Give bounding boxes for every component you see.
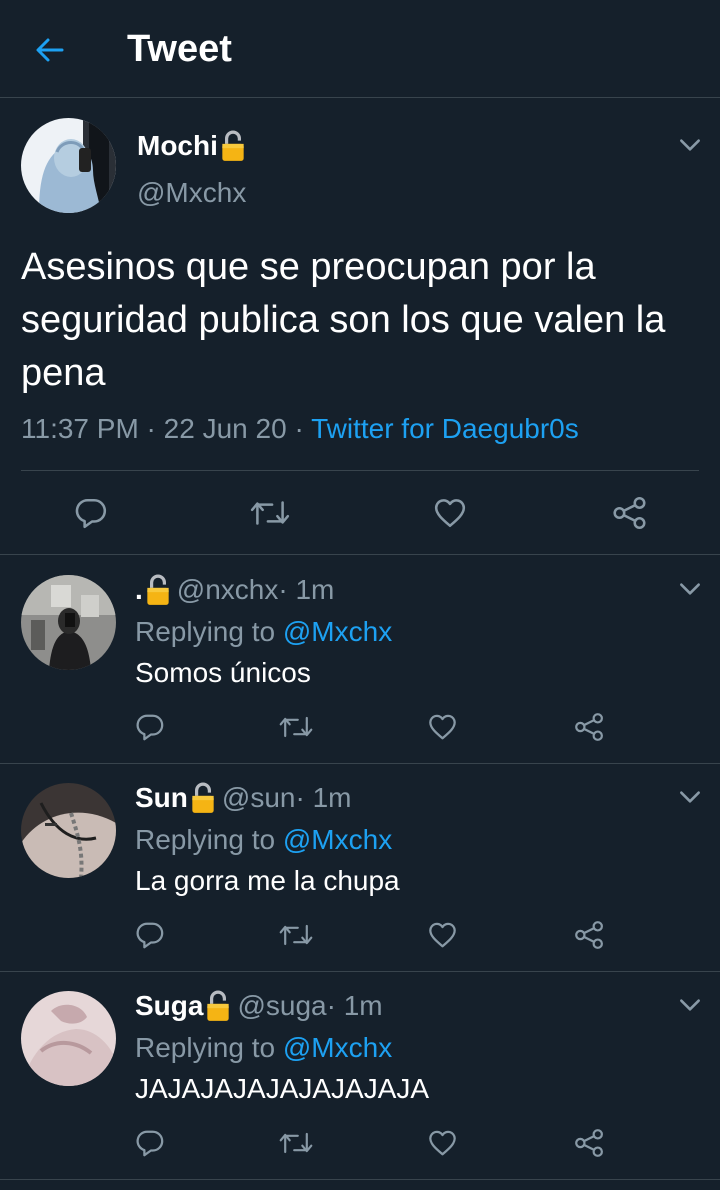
retweet-icon [278, 1128, 314, 1158]
reply-header: . @nxchx · 1m [135, 574, 334, 606]
retweet-button[interactable] [277, 1127, 315, 1159]
reply-icon [135, 712, 165, 742]
divider [21, 470, 699, 471]
chevron-down-icon[interactable] [677, 576, 703, 602]
reply-button[interactable] [134, 711, 166, 743]
reply-author-handle[interactable]: @sun [222, 782, 296, 814]
reply-time: · 1m [295, 782, 352, 813]
share-icon [573, 1128, 606, 1158]
reply-button[interactable] [134, 919, 166, 951]
lock-icon [220, 130, 246, 162]
reply-button[interactable] [134, 1127, 166, 1159]
reply-author-handle[interactable]: @nxchx [177, 574, 279, 606]
avatar[interactable] [21, 783, 116, 878]
author-name[interactable]: Mochi [137, 130, 246, 162]
back-button[interactable] [30, 30, 70, 70]
share-icon [573, 712, 606, 742]
reply-icon [135, 920, 165, 950]
like-button[interactable] [426, 1127, 458, 1159]
top-bar: Tweet [0, 0, 720, 98]
page-title: Tweet [127, 28, 232, 70]
reply-author-name[interactable]: Sun [135, 782, 188, 814]
lock-icon [190, 782, 216, 814]
chevron-down-icon[interactable] [677, 132, 703, 158]
replying-to: Replying to @Mxchx [135, 824, 392, 856]
heart-icon [432, 496, 468, 530]
like-button[interactable] [431, 494, 469, 532]
like-button[interactable] [426, 919, 458, 951]
chevron-down-icon[interactable] [677, 992, 703, 1018]
reply-text: La gorra me la chupa [135, 865, 400, 896]
share-button[interactable] [572, 711, 606, 743]
share-button[interactable] [610, 494, 650, 532]
replying-to: Replying to @Mxchx [135, 616, 392, 648]
replying-to-label: Replying to [135, 616, 283, 647]
retweet-icon [278, 712, 314, 742]
reply-tweet[interactable]: . @nxchx · 1m Replying to @Mxchx Somos ú… [0, 556, 720, 764]
reply-text: JAJAJAJAJAJAJAJAJA [135, 1073, 430, 1104]
reply-author-handle[interactable]: @suga [237, 990, 326, 1022]
reply-icon [135, 1128, 165, 1158]
reply-author-name[interactable]: . [135, 574, 143, 606]
reply-time: · 1m [278, 574, 335, 605]
retweet-button[interactable] [277, 711, 315, 743]
reply-header: Suga @suga · 1m [135, 990, 383, 1022]
reply-tweet[interactable]: Suga @suga · 1m Replying to @Mxchx JAJAJ… [0, 972, 720, 1180]
share-icon [573, 920, 606, 950]
replying-to-label: Replying to [135, 824, 283, 855]
heart-icon [427, 712, 458, 742]
reply-time: · 1m [326, 990, 383, 1021]
reply-author-name[interactable]: Suga [135, 990, 203, 1022]
reply-icon [74, 496, 108, 530]
tweet-time: 11:37 PM [21, 413, 139, 444]
chevron-down-icon[interactable] [677, 784, 703, 810]
lock-icon [145, 574, 171, 606]
separator: · [286, 413, 312, 444]
share-button[interactable] [572, 919, 606, 951]
replying-to-label: Replying to [135, 1032, 283, 1063]
replying-to-mention[interactable]: @Mxchx [283, 1032, 392, 1063]
author-handle[interactable]: @Mxchx [137, 177, 246, 209]
separator: · [138, 413, 164, 444]
tweet-date: 22 Jun 20 [163, 413, 287, 444]
reply-header: Sun @sun · 1m [135, 782, 351, 814]
heart-icon [427, 920, 458, 950]
avatar[interactable] [21, 991, 116, 1086]
avatar[interactable] [21, 118, 116, 213]
arrow-left-icon [36, 38, 64, 62]
heart-icon [427, 1128, 458, 1158]
main-tweet: Mochi @Mxchx Asesinos que se preocupan p… [0, 99, 720, 555]
avatar[interactable] [21, 575, 116, 670]
like-button[interactable] [426, 711, 458, 743]
share-icon [611, 496, 649, 530]
retweet-icon [249, 496, 291, 530]
retweet-icon [278, 920, 314, 950]
replying-to-mention[interactable]: @Mxchx [283, 616, 392, 647]
author-name-text: Mochi [137, 130, 218, 161]
tweet-text: Asesinos que se preocupan por la segurid… [21, 246, 666, 394]
reply-button[interactable] [72, 494, 110, 532]
replying-to: Replying to @Mxchx [135, 1032, 392, 1064]
reply-tweet[interactable]: Sun @sun · 1m Replying to @Mxchx La gorr… [0, 764, 720, 972]
retweet-button[interactable] [277, 919, 315, 951]
share-button[interactable] [572, 1127, 606, 1159]
retweet-button[interactable] [248, 494, 292, 532]
reply-text: Somos únicos [135, 657, 311, 688]
tweet-meta: 11:37 PM · 22 Jun 20 · Twitter for Daegu… [21, 413, 579, 445]
tweet-source-link[interactable]: Twitter for Daegubr0s [311, 413, 579, 444]
replying-to-mention[interactable]: @Mxchx [283, 824, 392, 855]
lock-icon [205, 990, 231, 1022]
